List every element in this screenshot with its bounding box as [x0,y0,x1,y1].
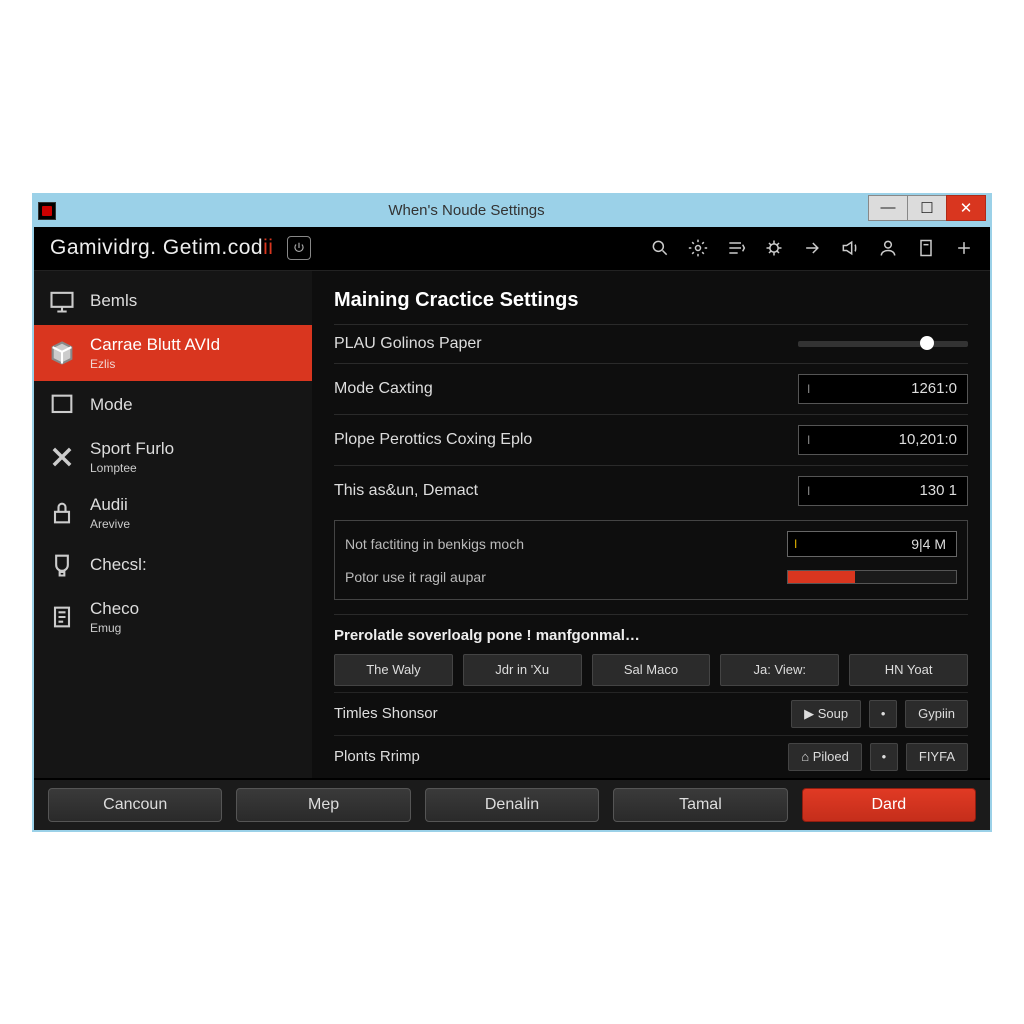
sidebar-item-mode[interactable]: Mode [34,381,312,429]
setting-label: Potor use it ragil aupar [345,569,486,585]
value-field[interactable]: I1261:0 [798,374,968,404]
bug-icon[interactable] [764,238,784,258]
window-titlebar: When's Noude Settings — ☐ ✕ [34,195,990,227]
sub-row-2: Potor use it ragil aupar [345,563,957,591]
pill-button[interactable]: Jdr in 'Xu [463,654,582,686]
value-field[interactable]: I9|4 M [787,531,957,557]
gear-icon[interactable] [688,238,708,258]
speaker-icon[interactable] [840,238,860,258]
window-title: When's Noude Settings [64,202,869,219]
sub-row-1: Not factiting in benkigs moch I9|4 M [345,525,957,563]
app-header: Gamividrg. Getim.codii [34,227,990,271]
sidebar-item-sport[interactable]: Sport FurloLomptee [34,429,312,485]
tamal-button[interactable]: Tamal [613,788,787,822]
square-icon [48,391,76,419]
sidebar-item-carrae[interactable]: Carrae Blutt AVIdEzlis [34,325,312,381]
forward-icon[interactable] [802,238,822,258]
list-icon[interactable] [726,238,746,258]
pill-button[interactable]: HN Yoat [849,654,968,686]
setting-row-slider: PLAU Golinos Paper [334,324,968,363]
doc-icon[interactable] [916,238,936,258]
value-field[interactable]: I10,201:0 [798,425,968,455]
sidebar-item-label: Checsl: [90,555,147,574]
user-icon[interactable] [878,238,898,258]
maximize-button[interactable]: ☐ [907,195,947,221]
setting-label: This as&un, Demact [334,482,478,500]
action-label: Plonts Rrimp [334,748,420,765]
denalin-button[interactable]: Denalin [425,788,599,822]
app-icon [38,202,56,220]
close-button[interactable]: ✕ [946,195,986,221]
pill-button[interactable]: The Waly [334,654,453,686]
clipboard-icon [48,603,76,631]
lock-icon [48,499,76,527]
plus-icon[interactable] [954,238,974,258]
option-button[interactable]: FIYFA [906,743,968,771]
sidebar-item-label: Audii [90,495,128,514]
setting-label: Mode Caxting [334,380,433,398]
sub-settings-box: Not factiting in benkigs moch I9|4 M Pot… [334,520,968,600]
sidebar-item-audii[interactable]: AudiiArevive [34,485,312,541]
pill-button[interactable]: Ja: View: [720,654,839,686]
dard-button[interactable]: Dard [802,788,976,822]
search-icon[interactable] [650,238,670,258]
footer-bar: Cancoun Mep Denalin Tamal Dard [34,778,990,830]
sidebar-item-label: Sport Furlo [90,439,174,458]
option-button[interactable]: Gypiin [905,700,968,728]
box-icon [48,339,76,367]
piloed-button[interactable]: ⌂ Piloed [788,743,862,771]
section-heading: Prerolatle soverloalg pone ! manfgonmal… [334,614,968,644]
body: Bemls Carrae Blutt AVIdEzlis Mode Sport … [34,271,990,778]
sidebar-item-bemls[interactable]: Bemls [34,277,312,325]
page-title: Maining Cractice Settings [334,289,968,312]
action-row-timles: Timles Shonsor ▶ Soup • Gypiin [334,692,968,735]
sidebar: Bemls Carrae Blutt AVIdEzlis Mode Sport … [34,271,312,778]
value-field[interactable]: I130 1 [798,476,968,506]
setting-row-plope: Plope Perottics Coxing Eplo I10,201:0 [334,414,968,465]
setting-label: PLAU Golinos Paper [334,335,482,353]
monitor-icon [48,287,76,315]
minimize-button[interactable]: — [868,195,908,221]
sidebar-item-label: Mode [90,395,133,414]
small-button[interactable]: • [869,700,897,728]
cancel-button[interactable]: Cancoun [48,788,222,822]
sidebar-item-label: Bemls [90,291,137,310]
application-window: When's Noude Settings — ☐ ✕ Gamividrg. G… [32,193,992,832]
main-panel: Maining Cractice Settings PLAU Golinos P… [312,271,990,778]
sidebar-item-label: Checo [90,599,139,618]
pill-button[interactable]: Sal Maco [592,654,711,686]
sidebar-item-label: Carrae Blutt AVId [90,335,220,354]
sidebar-item-checsl[interactable]: Checsl: [34,541,312,589]
toolbar-icons [650,238,974,258]
setting-row-this: This as&un, Demact I130 1 [334,465,968,516]
slider-input[interactable] [798,341,968,347]
brand-logo: Gamividrg. Getim.codii [50,236,273,260]
small-button[interactable]: • [870,743,898,771]
cup-icon [48,551,76,579]
progress-bar[interactable] [787,570,957,584]
setting-label: Plope Perottics Coxing Eplo [334,431,532,449]
action-label: Timles Shonsor [334,705,438,722]
action-row-plonts: Plonts Rrimp ⌂ Piloed • FIYFA [334,735,968,778]
setting-row-mode: Mode Caxting I1261:0 [334,363,968,414]
pill-row: The Waly Jdr in 'Xu Sal Maco Ja: View: H… [334,654,968,686]
x-icon [48,443,76,471]
play-button[interactable]: ▶ Soup [791,700,861,728]
setting-label: Not factiting in benkigs moch [345,536,524,552]
sidebar-item-checo[interactable]: ChecoEmug [34,589,312,645]
power-icon[interactable] [287,236,311,260]
mep-button[interactable]: Mep [236,788,410,822]
